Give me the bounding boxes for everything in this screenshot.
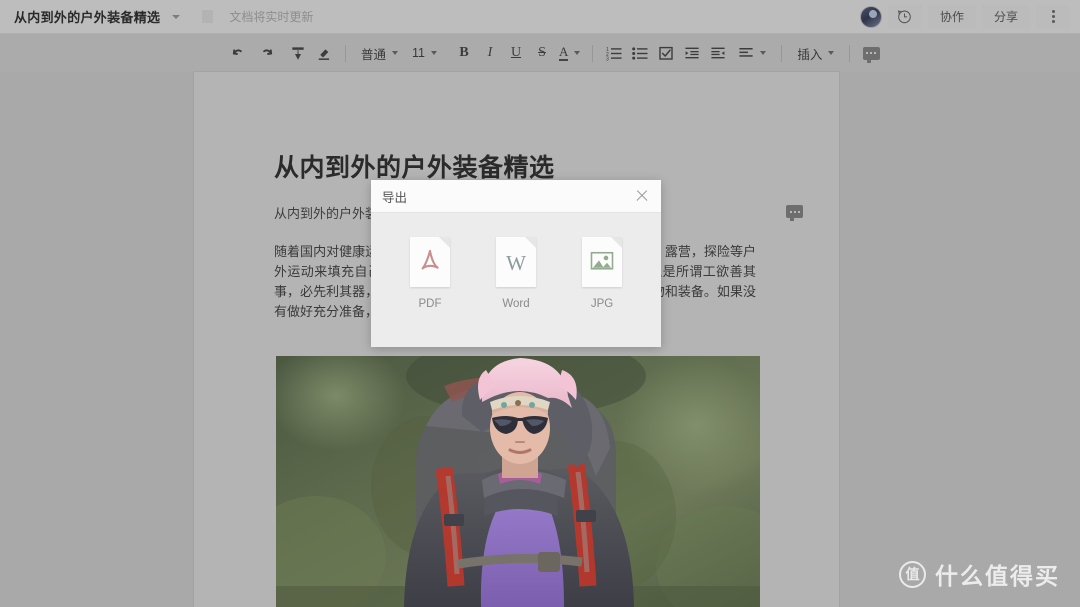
insert-label: 插入 (797, 47, 823, 62)
star-icon[interactable] (202, 10, 214, 23)
export-dialog-title: 导出 (382, 190, 408, 205)
top-bar: 从内到外的户外装备精选 文档将实时更新 协作 分享 (0, 0, 1080, 34)
hiker-in-forest-photo (276, 356, 760, 607)
document-heading: 从内到外的户外装备精选 (274, 154, 555, 182)
close-icon[interactable] (634, 188, 650, 204)
font-size-label: 11 (412, 46, 425, 60)
bullet-list-icon (632, 47, 648, 60)
watermark: 值 什么值得买 (899, 557, 1060, 591)
svg-text:3: 3 (606, 57, 609, 61)
share-button[interactable]: 分享 (981, 4, 1030, 29)
margin-comment-button[interactable] (786, 205, 804, 221)
ordered-list-button[interactable]: 1 2 3 (601, 40, 627, 66)
clear-format-icon (318, 48, 330, 60)
text-color-label: A (559, 44, 569, 62)
chevron-down-icon[interactable] (172, 14, 181, 19)
formatting-toolbar: 普通 11 B I U S A 1 2 3 插入 (0, 34, 1080, 72)
chevron-down-icon (431, 51, 437, 55)
sync-status-text: 文档将实时更新 (229, 10, 314, 24)
format-painter-button[interactable] (285, 40, 311, 66)
indent-decrease-icon (711, 47, 725, 59)
indent-increase-button[interactable] (679, 40, 705, 66)
export-option-label: Word (502, 298, 530, 310)
watermark-text: 什么值得买 (935, 563, 1060, 589)
indent-decrease-button[interactable] (705, 40, 731, 66)
paragraph-style-label: 普通 (361, 47, 387, 62)
kebab-menu-icon (1051, 10, 1055, 23)
export-option-label: PDF (418, 298, 442, 310)
checklist-icon (659, 46, 674, 60)
smzdm-logo-icon: 值 (899, 560, 926, 588)
paragraph-style-dropdown[interactable]: 普通 (354, 40, 405, 66)
word-file-icon: W (496, 237, 536, 287)
export-options-list: PDF W Word JPG (371, 213, 661, 310)
clear-format-button[interactable] (311, 40, 337, 66)
bold-label: B (459, 45, 469, 60)
history-button[interactable] (887, 4, 922, 29)
avatar[interactable] (859, 5, 882, 28)
export-dialog[interactable]: 导出 PDF W Word JPG (371, 180, 661, 347)
more-options-button[interactable] (1036, 4, 1070, 29)
export-option-word[interactable]: W Word (487, 237, 545, 310)
word-glyph: W (506, 250, 526, 275)
history-clock-icon (897, 9, 912, 24)
chevron-down-icon (574, 51, 581, 55)
jpg-file-icon (582, 237, 622, 287)
align-left-icon (739, 48, 753, 57)
alignment-button[interactable] (731, 40, 773, 66)
collaborate-button[interactable]: 协作 (927, 4, 976, 29)
bold-button[interactable]: B (451, 40, 477, 66)
format-painter-icon (292, 46, 304, 60)
indent-increase-icon (685, 47, 699, 59)
redo-icon (262, 48, 272, 55)
insert-menu-button[interactable]: 插入 (790, 40, 841, 66)
font-size-dropdown[interactable]: 11 (405, 40, 444, 66)
comment-bubble-icon (862, 46, 880, 63)
strikethrough-button[interactable]: S (529, 40, 555, 66)
chevron-down-icon (760, 51, 767, 55)
undo-icon (232, 48, 242, 55)
top-bar-actions: 协作 分享 (859, 4, 1080, 29)
export-option-jpg[interactable]: JPG (573, 237, 631, 310)
italic-button[interactable]: I (477, 40, 503, 66)
text-color-button[interactable]: A (555, 40, 584, 66)
chevron-down-icon (392, 51, 399, 55)
checklist-button[interactable] (653, 40, 679, 66)
italic-label: I (487, 45, 493, 60)
pdf-file-icon (410, 237, 450, 287)
export-option-label: JPG (590, 298, 614, 310)
add-comment-button[interactable] (858, 40, 884, 66)
bullet-list-button[interactable] (627, 40, 653, 66)
undo-button[interactable] (226, 40, 252, 66)
redo-button[interactable] (252, 40, 278, 66)
export-option-pdf[interactable]: PDF (401, 237, 459, 310)
chevron-down-icon (828, 51, 835, 55)
comment-bubble-icon (786, 205, 803, 221)
ordered-list-icon: 1 2 3 (606, 47, 622, 61)
export-dialog-header: 导出 (371, 180, 661, 213)
strikethrough-label: S (538, 45, 546, 60)
document-editor-app: 从内到外的户外装备精选 文档将实时更新 协作 分享 普通 11 B I U S … (0, 0, 1080, 607)
underline-label: U (510, 45, 522, 60)
page-title[interactable]: 从内到外的户外装备精选 (14, 7, 160, 26)
underline-button[interactable]: U (503, 40, 529, 66)
